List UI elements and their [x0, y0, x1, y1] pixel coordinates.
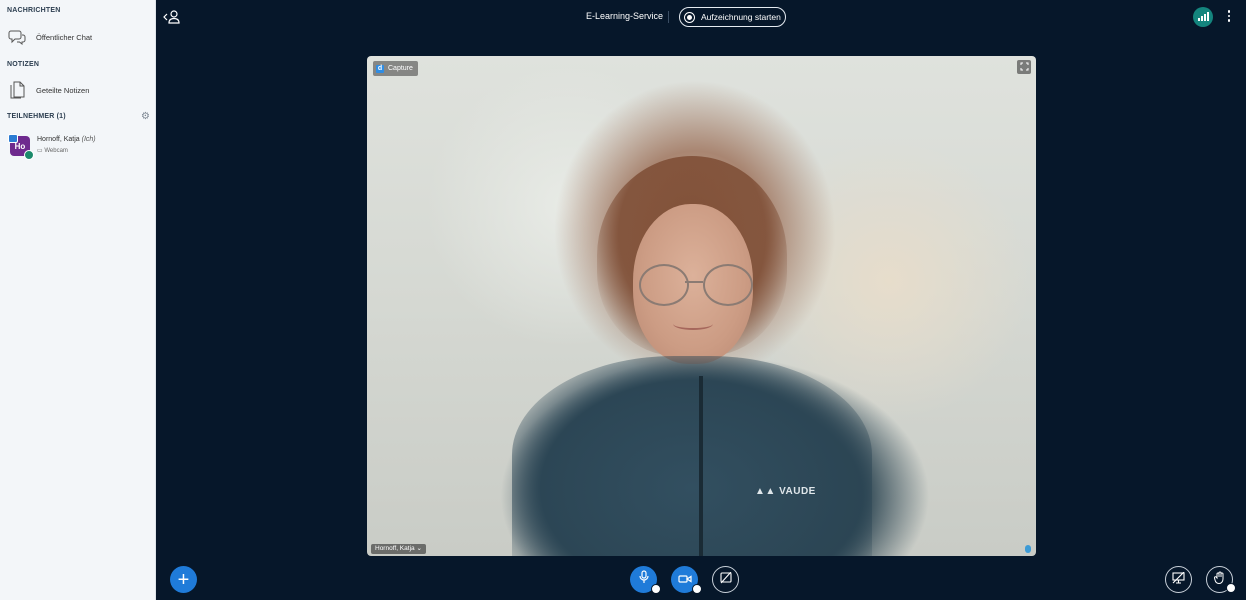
- public-chat-label: Öffentlicher Chat: [36, 32, 93, 42]
- hand-icon: [1213, 571, 1226, 589]
- moderator-badge-icon: [24, 150, 34, 160]
- video-subject-jacket: [512, 356, 872, 556]
- plus-icon: +: [177, 568, 190, 591]
- chevron-down-icon: ⌄: [416, 545, 422, 552]
- video-subject-glasses-bridge: [685, 281, 703, 283]
- camera-icon: [677, 571, 692, 589]
- presentation-icon: [1172, 571, 1185, 589]
- toggle-userlist-button[interactable]: [163, 9, 181, 25]
- actions-plus-button[interactable]: +: [170, 566, 197, 593]
- sidebar-item-public-chat[interactable]: Öffentlicher Chat: [8, 26, 148, 48]
- webcam-video[interactable]: ▲▲ VAUDE d Capture Hornoff, Katja ⌄: [367, 56, 1036, 556]
- messages-section-title: NACHRICHTEN: [7, 7, 61, 14]
- video-subject-zipper: [699, 376, 703, 556]
- video-subject-glasses-right: [703, 264, 753, 306]
- title-divider: [668, 11, 669, 23]
- webcam-status-icon: ▭: [37, 148, 43, 154]
- microphone-options-dot[interactable]: [651, 584, 661, 594]
- record-label: Aufzeichnung starten: [701, 12, 781, 22]
- participant-name-text: Hornoff, Katja: [37, 136, 80, 143]
- user-list-icon: [163, 10, 181, 29]
- participant-status: ▭ Webcam: [37, 147, 68, 154]
- start-recording-button[interactable]: Aufzeichnung starten: [679, 7, 786, 27]
- vertical-dots-icon: [1227, 10, 1231, 13]
- video-name-tag[interactable]: Hornoff, Katja ⌄: [371, 544, 426, 554]
- jacket-brand-logo: ▲▲ VAUDE: [755, 486, 816, 497]
- capture-icon: d: [376, 64, 384, 73]
- sidebar: NACHRICHTEN Öffentlicher Chat NOTIZEN Ge…: [0, 0, 156, 600]
- video-name-text: Hornoff, Katja: [375, 545, 415, 552]
- camera-options-dot[interactable]: [692, 584, 702, 594]
- connection-status-button[interactable]: [1193, 7, 1213, 27]
- screenshare-button[interactable]: [712, 566, 739, 593]
- raise-hand-button[interactable]: [1206, 566, 1236, 593]
- webcam-badge-icon: [8, 134, 18, 143]
- microphone-icon: [638, 570, 650, 589]
- participant-name: Hornoff, Katja (Ich): [37, 136, 96, 143]
- participants-section-title: TEILNEHMER (1): [7, 113, 66, 120]
- sidebar-item-shared-notes[interactable]: Geteilte Notizen: [8, 79, 148, 101]
- microphone-button[interactable]: [630, 566, 661, 594]
- microphone-activity-icon: [1025, 545, 1031, 553]
- fullscreen-button[interactable]: [1017, 60, 1031, 74]
- capture-label: Capture: [388, 65, 413, 72]
- video-subject-glasses-left: [639, 264, 689, 306]
- camera-button[interactable]: [671, 566, 702, 594]
- jacket-brand-text: VAUDE: [779, 486, 816, 497]
- document-icon: [8, 81, 26, 99]
- participant-status-text: Webcam: [44, 148, 68, 154]
- gear-icon[interactable]: ⚙: [141, 112, 151, 122]
- options-menu-button[interactable]: [1224, 10, 1234, 26]
- participant-self-tag: (Ich): [81, 136, 96, 143]
- notes-section-title: NOTIZEN: [7, 61, 40, 68]
- fullscreen-icon: [1020, 58, 1029, 76]
- video-subject-smile: [673, 318, 713, 330]
- presentation-button[interactable]: [1165, 566, 1192, 593]
- screenshare-icon: [719, 571, 732, 589]
- chat-bubbles-icon: [8, 28, 26, 46]
- shared-notes-label: Geteilte Notizen: [36, 85, 90, 95]
- record-icon: [684, 11, 695, 23]
- signal-bars-icon: [1197, 12, 1209, 21]
- raise-hand-options-dot[interactable]: [1226, 583, 1236, 593]
- participant-item[interactable]: Ho Hornoff, Katja (Ich) ▭ Webcam: [8, 134, 148, 160]
- meeting-title: E-Learning-Service: [586, 11, 664, 21]
- capture-badge: d Capture: [373, 61, 418, 76]
